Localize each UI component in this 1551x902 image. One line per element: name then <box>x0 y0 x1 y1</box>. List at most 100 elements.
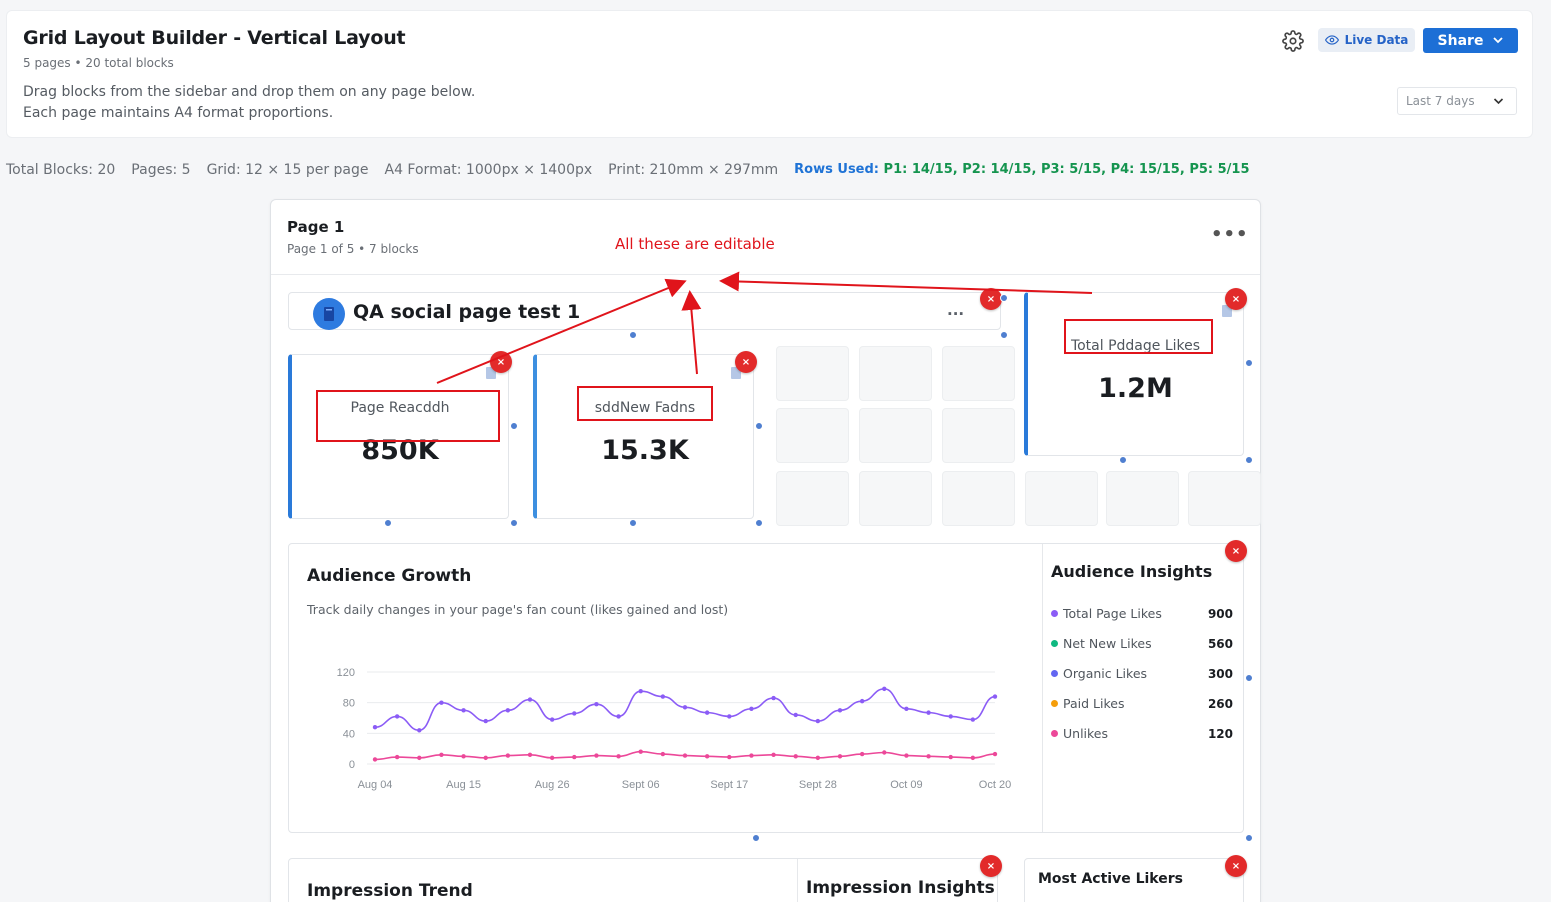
y-tick-label: 0 <box>349 759 355 771</box>
resize-handle[interactable] <box>1119 456 1127 464</box>
insight-row-paid: Paid Likes 260 <box>1051 696 1233 711</box>
series-point <box>793 754 798 759</box>
stat-a4-format: A4 Format: 1000px × 1400px <box>384 162 593 178</box>
resize-handle[interactable] <box>629 519 637 527</box>
grid-cell[interactable] <box>1188 471 1261 526</box>
series-point <box>837 708 843 713</box>
most-active-likers-block[interactable]: Most Active Likers <box>1024 858 1244 902</box>
page-more-icon[interactable]: ••• <box>1211 224 1249 245</box>
series-point <box>394 754 400 760</box>
resize-handle[interactable] <box>384 519 392 527</box>
remove-block-button[interactable]: × <box>980 855 1002 877</box>
resize-handle[interactable] <box>752 834 760 842</box>
y-tick-label: 40 <box>343 728 355 740</box>
series-point <box>505 708 511 713</box>
series-point <box>527 697 533 702</box>
impression-trend-title[interactable]: Impression Trend <box>307 881 473 901</box>
series-point <box>904 753 909 758</box>
remove-block-button[interactable]: × <box>735 351 757 373</box>
resize-handle[interactable] <box>755 519 763 527</box>
grid-cell[interactable] <box>859 346 932 401</box>
series-point <box>948 754 953 760</box>
legend-dot <box>1051 670 1058 677</box>
resize-handle[interactable] <box>629 331 637 339</box>
series-point <box>394 714 400 719</box>
series-point <box>992 694 998 699</box>
resize-handle[interactable] <box>510 519 518 527</box>
insight-label: Unlikes <box>1063 726 1109 741</box>
eye-icon <box>1324 35 1339 45</box>
gear-icon[interactable] <box>1282 30 1304 52</box>
insight-label: Organic Likes <box>1063 666 1148 681</box>
x-tick-label: Aug 04 <box>358 779 393 791</box>
series-point <box>948 714 953 719</box>
most-active-likers-title[interactable]: Most Active Likers <box>1038 871 1183 887</box>
remove-block-button[interactable]: × <box>1225 855 1247 877</box>
remove-block-button[interactable]: × <box>1225 540 1247 562</box>
live-data-label: Live Data <box>1344 33 1409 47</box>
report-title[interactable]: QA social page test 1 <box>353 301 580 323</box>
grid-cell[interactable] <box>942 471 1015 526</box>
grid-cell[interactable] <box>1025 471 1098 526</box>
impression-trend-block[interactable]: Impression Trend Impression Insights <box>288 858 998 902</box>
series-point <box>616 754 621 759</box>
series-point <box>572 754 577 760</box>
insight-value: 120 <box>1207 726 1233 741</box>
builder-header: Grid Layout Builder - Vertical Layout 5 … <box>6 10 1533 138</box>
series-point <box>859 751 865 757</box>
insight-row-unlikes: Unlikes 120 <box>1051 726 1233 741</box>
annotation-box <box>577 386 713 421</box>
rows-used-p3: P3: 5/15, <box>1040 162 1107 177</box>
resize-handle[interactable] <box>1245 359 1253 367</box>
live-data-button[interactable]: Live Data <box>1318 28 1415 52</box>
audience-growth-chart: 0 40 80 120 Aug 04 Aug 15 Aug 26 Sept 06 Sept 17… <box>337 667 1012 791</box>
series-point <box>527 752 533 757</box>
resize-handle[interactable] <box>755 422 763 430</box>
legend-dot <box>1051 700 1058 707</box>
metric-card-new-fans[interactable]: sddNew Fadns 15.3K <box>533 354 754 519</box>
grid-cell[interactable] <box>942 408 1015 463</box>
resize-handle[interactable] <box>1245 834 1253 842</box>
series-point <box>970 755 976 761</box>
stat-grid: Grid: 12 × 15 per page <box>206 162 369 178</box>
series-point <box>793 712 798 718</box>
header-subtitle: 5 pages • 20 total blocks <box>23 56 174 70</box>
resize-handle[interactable] <box>1000 294 1008 302</box>
title-block[interactable]: QA social page test 1 ... <box>288 292 1001 330</box>
series-point <box>372 757 378 762</box>
series-point <box>882 750 887 755</box>
grid-cell[interactable] <box>859 471 932 526</box>
date-range-value: Last 7 days <box>1406 94 1475 108</box>
series-point <box>704 754 710 759</box>
grid-cell[interactable] <box>859 408 932 463</box>
date-range-select[interactable]: Last 7 days <box>1397 87 1517 115</box>
series-point <box>926 710 931 715</box>
resize-handle[interactable] <box>1245 674 1253 682</box>
description-line-2: Each page maintains A4 format proportion… <box>23 105 334 121</box>
grid-cell[interactable] <box>776 408 849 463</box>
stat-print: Print: 210mm × 297mm <box>608 162 779 178</box>
title-more-icon[interactable]: ... <box>947 301 964 319</box>
grid-cell[interactable] <box>776 346 849 401</box>
resize-handle[interactable] <box>510 422 518 430</box>
audience-growth-block[interactable]: Audience Growth Track daily changes in y… <box>288 543 1244 833</box>
series-line <box>374 688 996 732</box>
series-point <box>815 718 821 724</box>
metric-card-total-likes[interactable]: Total Pddage Likes 1.2M <box>1024 292 1244 456</box>
remove-block-button[interactable]: × <box>490 351 512 373</box>
share-button[interactable]: Share <box>1423 28 1518 53</box>
series-point <box>572 711 577 716</box>
resize-handle[interactable] <box>1245 456 1253 464</box>
grid-cell[interactable] <box>942 346 1015 401</box>
series-point <box>749 753 754 758</box>
remove-block-button[interactable]: × <box>1225 288 1247 310</box>
grid-cell[interactable] <box>1106 471 1179 526</box>
grid-cell[interactable] <box>776 471 849 526</box>
insight-label: Net New Likes <box>1063 636 1152 651</box>
rows-used-label: Rows Used: <box>794 162 880 177</box>
annotation-box <box>1064 319 1213 354</box>
resize-handle[interactable] <box>1000 331 1008 339</box>
remove-block-button[interactable]: × <box>980 288 1002 310</box>
series-point <box>771 752 776 757</box>
stat-total-blocks: Total Blocks: 20 <box>6 162 116 178</box>
